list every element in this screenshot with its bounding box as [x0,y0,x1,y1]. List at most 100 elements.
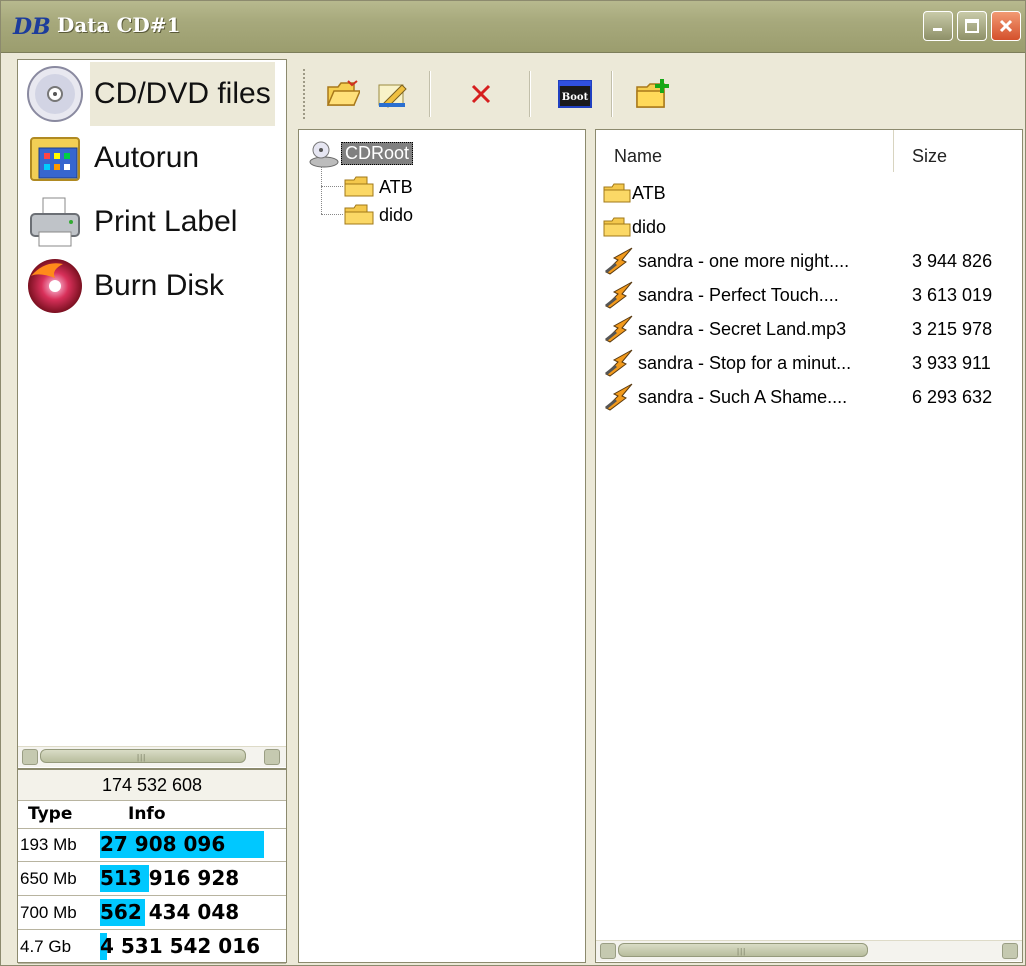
tree-node-root[interactable]: CDRoot [307,138,414,168]
nav-panel: CD/DVD files Autorun Print Label Burn Di… [17,59,287,769]
file-size: 3 933 911 [912,352,991,373]
list-item[interactable]: dido [602,210,922,244]
nav-item-burn-disk[interactable]: Burn Disk [20,254,224,318]
app-window: DB Data CD#1 CD/DVD files Autorun Print … [0,0,1026,966]
folder-icon [344,204,374,225]
scroll-thumb[interactable]: ||| [618,943,868,957]
close-button[interactable] [991,11,1021,41]
nav-item-label: Burn Disk [94,269,225,302]
app-logo-icon: DB [13,14,51,40]
file-size: 6 293 632 [912,386,993,407]
add-files-icon [326,80,360,106]
tree-node-label: ATB [379,176,413,197]
audio-file-icon [605,349,633,377]
file-name: sandra - Secret Land.mp3 [638,318,847,339]
file-name: sandra - one more night.... [638,250,850,271]
nav-item-autorun[interactable]: Autorun [20,126,199,190]
folder-icon [344,176,374,197]
nav-horizontal-scrollbar[interactable]: ||| [18,746,286,767]
file-name: sandra - Perfect Touch.... [638,284,839,305]
capacity-value: 4 531 542 016 [100,934,261,958]
burn-disc-icon [20,254,90,318]
file-name: sandra - Stop for a minut... [638,352,852,373]
scroll-left-button[interactable] [22,749,38,765]
tree-node-dido[interactable]: dido [343,200,413,230]
boot-button[interactable]: Boot [555,74,595,114]
scroll-left-button[interactable] [600,943,616,959]
capacity-value: 562 434 048 [100,900,240,924]
capacity-row: 700 Mb 562 434 048 [18,896,286,930]
folder-tree: CDRoot ATB dido [298,129,586,963]
tree-node-label: CDRoot [341,141,414,165]
window-title: Data CD#1 [57,13,181,37]
new-folder-icon [636,79,669,108]
toolbar: Boot [297,59,1023,129]
capacity-type: 193 Mb [20,835,77,854]
file-size: 3 944 826 [912,250,993,271]
capacity-value: 513 916 928 [100,866,240,890]
new-folder-button[interactable] [633,74,673,114]
capacity-type: 650 Mb [20,869,77,888]
tree-node-label: dido [379,204,414,225]
capacity-value: 27 908 096 [100,832,226,856]
rename-button[interactable] [373,74,413,114]
nav-item-print-label[interactable]: Print Label [20,190,237,254]
file-size: 3 613 019 [912,284,993,305]
title-bar[interactable]: DB Data CD#1 [1,1,1025,53]
nav-item-label: Print Label [94,205,238,238]
delete-icon [471,84,491,104]
capacity-row: 193 Mb 27 908 096 [18,828,286,862]
info-column-header: Info [128,804,166,824]
file-name: dido [632,216,667,237]
minimize-button[interactable] [923,11,953,41]
type-column-header: Type [28,804,73,824]
boot-icon: Boot [558,80,592,108]
svg-text:Boot: Boot [562,92,589,103]
file-size: 3 215 978 [912,318,993,339]
minimize-icon [933,28,942,31]
list-item[interactable]: sandra - Secret Land.mp3 3 215 978 [602,312,992,346]
list-item[interactable]: sandra - Perfect Touch.... 3 613 019 [602,278,992,312]
tree-node-atb[interactable]: ATB [343,172,413,202]
file-name: ATB [632,182,666,203]
list-horizontal-scrollbar[interactable]: ||| [596,940,1022,961]
column-header-name[interactable]: Name [596,130,894,172]
disc-capacity-panel: 174 532 608 Type Info 193 Mb 27 908 096 65… [17,769,287,964]
drive-icon [309,141,339,168]
nav-item-label: Autorun [94,141,200,174]
scroll-right-button[interactable] [1002,943,1018,959]
cd-disc-icon [20,62,90,126]
rename-icon [378,84,407,108]
capacity-row: 4.7 Gb 4 531 542 016 [18,930,286,964]
maximize-button[interactable] [957,11,987,41]
list-item[interactable]: ATB [602,176,922,210]
nav-item-label: CD/DVD files [90,62,275,126]
column-header-size[interactable]: Size [894,130,1022,172]
audio-file-icon [605,247,633,275]
close-icon [999,19,1013,33]
list-item[interactable]: sandra - one more night.... 3 944 826 [602,244,992,278]
folder-icon [603,183,631,203]
toolbar-grip[interactable] [303,69,308,119]
audio-file-icon [605,315,633,343]
autorun-folder-icon [20,126,90,190]
total-size: 174 532 608 [18,770,286,801]
audio-file-icon [605,281,633,309]
add-files-button[interactable] [323,74,363,114]
nav-item-cd-dvd-files[interactable]: CD/DVD files [20,62,275,126]
printer-icon [20,190,90,254]
folder-icon [603,217,631,237]
capacity-type: 4.7 Gb [20,937,72,956]
capacity-row: 650 Mb 513 916 928 [18,862,286,896]
maximize-icon [965,19,979,33]
list-item[interactable]: sandra - Stop for a minut... 3 933 911 [602,346,991,380]
file-name: sandra - Such A Shame.... [638,386,848,407]
scroll-right-button[interactable] [264,749,280,765]
scroll-thumb[interactable]: ||| [40,749,246,763]
audio-file-icon [605,383,633,411]
info-header: Type Info [18,800,286,829]
file-list: Name Size ATB dido sandra - one more night… [595,129,1023,963]
delete-button[interactable] [461,74,501,114]
capacity-type: 700 Mb [20,903,77,922]
list-item[interactable]: sandra - Such A Shame.... 6 293 632 [602,380,992,414]
